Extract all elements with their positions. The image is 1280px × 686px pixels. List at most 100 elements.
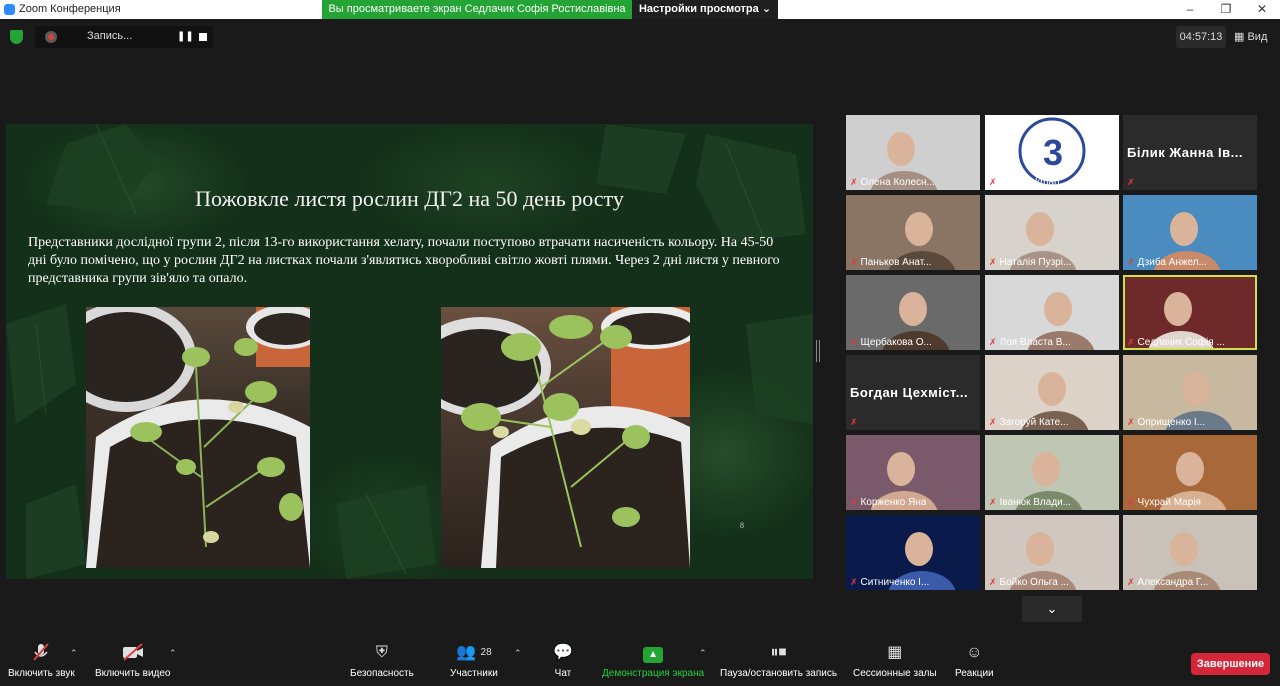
- participants-icon: 👥 28: [456, 644, 492, 661]
- security-button[interactable]: ⛨ Безопасность: [350, 642, 414, 679]
- participant-tile[interactable]: ✗ Щербакова О...: [846, 275, 980, 350]
- participant-tile[interactable]: ✗ Паньков Анат...: [846, 195, 980, 270]
- participant-name-label: ✗ Дзиба Анжел...: [1127, 257, 1207, 268]
- mic-muted-icon: ✗: [989, 497, 997, 507]
- recording-label: Запись...: [87, 30, 133, 42]
- chat-label: Чат: [554, 668, 572, 679]
- participant-tile[interactable]: ✗ Ситниченко І...: [846, 515, 980, 590]
- unmute-button[interactable]: Включить звук: [8, 642, 75, 679]
- window-titlebar: Zoom Конференция Вы просматриваете экран…: [0, 0, 1280, 19]
- participant-face: [887, 452, 915, 486]
- participant-name: Олена Колесн...: [860, 177, 935, 188]
- end-meeting-button[interactable]: Завершение: [1191, 653, 1270, 675]
- security-shield-icon[interactable]: [10, 30, 23, 44]
- slide-body-text: Представники дослідної групи 2, після 13…: [28, 235, 780, 286]
- shield-icon: ⛨: [375, 644, 388, 661]
- participant-name-label: ✗ Корженко Яна: [850, 497, 926, 508]
- mic-muted-icon: ✗: [989, 257, 997, 267]
- share-options-caret-icon[interactable]: ⌃: [699, 648, 707, 659]
- participant-tile[interactable]: Білик Жанна Ів... ✗: [1123, 115, 1257, 190]
- participant-tile[interactable]: ✗ Загоруй Кате...: [985, 355, 1119, 430]
- participant-name-label: ✗ Загоруй Кате...: [989, 417, 1068, 428]
- breakout-rooms-button[interactable]: ▦ Сессионные залы: [853, 642, 937, 679]
- reactions-label: Реакции: [955, 668, 994, 679]
- participants-button[interactable]: 👥 28 Участники: [450, 642, 498, 679]
- participants-label: Участники: [450, 668, 498, 679]
- participant-name-label: ✗ zoom 3 kman: [989, 177, 1060, 188]
- pause-record-button[interactable]: ⏸⏹ Пауза/остановить запись: [720, 642, 837, 679]
- participant-name-label: ✗ Щербакова О...: [850, 337, 932, 348]
- participant-name-label: ✗ Олена Колесн...: [850, 177, 935, 188]
- start-video-label: Включить видео: [95, 668, 171, 679]
- plant-photo-2: [441, 307, 690, 568]
- participant-tile[interactable]: ✗ Дзиба Анжел...: [1123, 195, 1257, 270]
- participant-tile[interactable]: ✗ Корженко Яна: [846, 435, 980, 510]
- participant-name-label: ✗ Седлачик Софія ...: [1127, 337, 1225, 348]
- participant-tile[interactable]: ✗ Олена Колесн...: [846, 115, 980, 190]
- participant-tile[interactable]: ✗ Оприщенко І...: [1123, 355, 1257, 430]
- participant-name: Седлачик Софія ...: [1137, 337, 1225, 348]
- mic-muted-icon: [8, 642, 75, 664]
- participant-face: [1176, 452, 1204, 486]
- video-options-caret-icon[interactable]: ⌃: [169, 648, 177, 659]
- stop-recording-icon[interactable]: [199, 33, 207, 41]
- mic-muted-icon: ✗: [1127, 257, 1135, 267]
- minimize-icon[interactable]: –: [1172, 0, 1208, 19]
- close-icon[interactable]: ✕: [1244, 0, 1280, 19]
- app-title: Zoom Конференция: [4, 3, 121, 15]
- participant-face: [905, 532, 933, 566]
- participant-name-label: ✗ Наталія Пузрі...: [989, 257, 1071, 268]
- participants-caret-icon[interactable]: ⌃: [514, 648, 522, 659]
- mic-muted-icon: ✗: [850, 577, 858, 587]
- participant-face: [1026, 212, 1054, 246]
- mic-muted-icon: ✗: [1127, 497, 1135, 507]
- reaction-emoji-icon: ☺: [966, 644, 983, 661]
- maximize-icon[interactable]: ❐: [1208, 0, 1244, 19]
- participant-tile[interactable]: ✗ Іванюк Влади...: [985, 435, 1119, 510]
- mic-muted-icon: ✗: [850, 497, 858, 507]
- participant-name: Дзиба Анжел...: [1137, 257, 1207, 268]
- split-drag-handle[interactable]: [816, 340, 820, 362]
- pause-recording-icon[interactable]: ❚❚: [177, 31, 194, 42]
- participant-face: [887, 132, 915, 166]
- mic-muted-icon: ✗: [989, 337, 997, 347]
- participant-tile[interactable]: ✗ Наталія Пузрі...: [985, 195, 1119, 270]
- mic-muted-icon: ✗: [850, 337, 858, 347]
- participant-tile[interactable]: ✗ Лоя Власта В...: [985, 275, 1119, 350]
- window-title: Zoom Конференция: [19, 3, 121, 15]
- participant-name: Іванюк Влади...: [999, 497, 1072, 508]
- plant-pot-image: [441, 307, 690, 568]
- view-options-button[interactable]: Настройки просмотра ⌄: [632, 0, 778, 19]
- grid-view-icon: ▦: [1234, 31, 1245, 43]
- participant-tile[interactable]: ✗ Седлачик Софія ...: [1123, 275, 1257, 350]
- participant-name: zoom 3 kman: [999, 177, 1060, 188]
- participant-tile[interactable]: ✗ Чухрай Марія: [1123, 435, 1257, 510]
- view-button[interactable]: ▦ Вид: [1234, 26, 1267, 48]
- security-label: Безопасность: [350, 668, 414, 679]
- audio-options-caret-icon[interactable]: ⌃: [70, 648, 78, 659]
- slide-title: Пожовкле листя рослин ДГ2 на 50 день рос…: [195, 186, 624, 211]
- window-controls: – ❐ ✕: [1172, 0, 1280, 19]
- participant-tile[interactable]: ✗ Александра Г...: [1123, 515, 1257, 590]
- participant-display-name: Білик Жанна Ів...: [1127, 145, 1243, 160]
- plant-photo-1: [86, 307, 310, 568]
- participant-name-label: ✗ Александра Г...: [1127, 577, 1208, 588]
- start-video-button[interactable]: Включить видео: [95, 642, 171, 679]
- mic-muted-icon: ✗: [850, 177, 858, 187]
- view-label: Вид: [1247, 31, 1268, 43]
- participant-tile[interactable]: ✗ Бойко Ольга ...: [985, 515, 1119, 590]
- reactions-button[interactable]: ☺ Реакции: [955, 642, 994, 679]
- participant-tile[interactable]: Богдан Цехміст... ✗: [846, 355, 980, 430]
- next-page-gallery-button[interactable]: ⌄: [1022, 596, 1082, 622]
- participant-name-label: ✗ Ситниченко І...: [850, 577, 929, 588]
- participant-name: Паньков Анат...: [860, 257, 932, 268]
- recording-panel: Запись... ❚❚: [35, 26, 213, 48]
- participant-tile[interactable]: 3 ✗ zoom 3 kman: [985, 115, 1119, 190]
- share-screen-button[interactable]: ▲ Демонстрация экрана: [602, 642, 704, 679]
- share-screen-label: Демонстрация экрана: [602, 668, 705, 679]
- mic-muted-icon: ✗: [989, 417, 997, 427]
- chat-button[interactable]: 💬 Чат: [553, 642, 573, 679]
- participant-name-label: ✗: [850, 417, 861, 428]
- participant-name: Александра Г...: [1137, 577, 1209, 588]
- participant-face: [1170, 212, 1198, 246]
